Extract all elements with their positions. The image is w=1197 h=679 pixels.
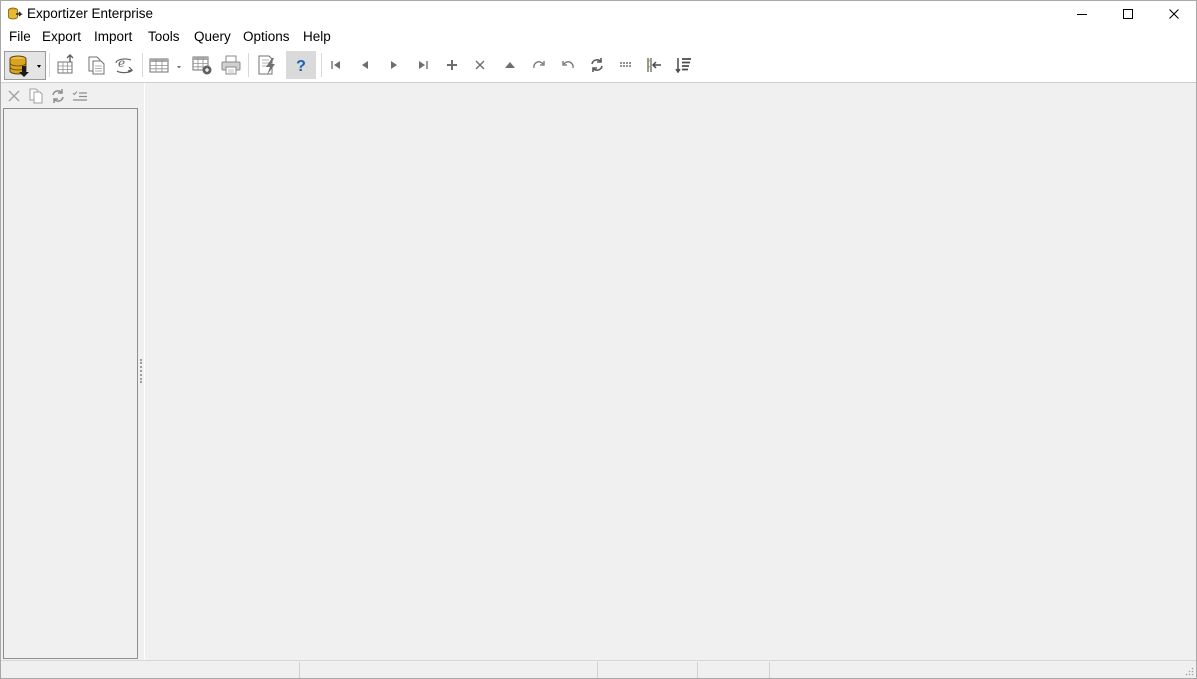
- maximize-button[interactable]: [1105, 1, 1151, 27]
- print-icon: [221, 55, 241, 75]
- delete-icon: [8, 90, 20, 102]
- open-url-button[interactable]: e: [112, 52, 138, 78]
- first-column-icon: [647, 58, 661, 72]
- edit-sql-icon: [258, 55, 275, 75]
- undo-button[interactable]: [555, 52, 581, 78]
- status-divider: [299, 662, 300, 678]
- undo-icon: [562, 61, 574, 69]
- first-record-button[interactable]: [323, 52, 349, 78]
- menu-help[interactable]: Help: [302, 29, 332, 44]
- insert-record-button[interactable]: [439, 52, 465, 78]
- minimize-icon: [1077, 14, 1087, 15]
- status-divider: [697, 662, 698, 678]
- export-button[interactable]: [53, 52, 79, 78]
- toolbar-separator: [248, 53, 249, 77]
- menu-file[interactable]: File: [8, 29, 32, 44]
- menu-tools[interactable]: Tools: [147, 29, 181, 44]
- window-title: Exportizer Enterprise: [27, 6, 154, 21]
- export-table-button[interactable]: [189, 52, 215, 78]
- last-record-icon: [419, 61, 428, 69]
- grid-view-button[interactable]: [147, 52, 185, 78]
- close-icon: [1169, 9, 1179, 19]
- lp-check-list-button[interactable]: [71, 87, 89, 105]
- main-toolbar: e ?: [1, 47, 1196, 83]
- print-button[interactable]: [218, 52, 244, 78]
- copy-to-clipboard-button[interactable]: [83, 52, 109, 78]
- left-panel: [1, 83, 139, 660]
- post-edit-button[interactable]: [497, 52, 523, 78]
- edit-sql-button[interactable]: [253, 52, 279, 78]
- maximize-icon: [1123, 9, 1133, 19]
- toolbar-separator: [321, 53, 322, 77]
- refresh-icon: [591, 58, 603, 72]
- app-window: Exportizer Enterprise File Export Import…: [0, 0, 1197, 679]
- main-content-area: [144, 83, 1196, 660]
- menu-bar: File Export Import Tools Query Options H…: [1, 27, 1196, 47]
- minimize-button[interactable]: [1059, 1, 1105, 27]
- help-icon: ?: [296, 58, 306, 74]
- app-icon: [7, 6, 23, 22]
- next-record-icon: [391, 61, 397, 69]
- next-record-button[interactable]: [381, 52, 407, 78]
- lp-delete-button[interactable]: [5, 87, 23, 105]
- lp-refresh-button[interactable]: [49, 87, 67, 105]
- refresh-icon: [52, 89, 64, 103]
- status-divider: [769, 662, 770, 678]
- open-url-icon: e: [115, 56, 134, 74]
- copy-to-clipboard-icon: [88, 56, 105, 75]
- grid-view-icon: [149, 58, 181, 73]
- svg-text:?: ?: [296, 58, 306, 74]
- object-list[interactable]: [3, 108, 138, 659]
- close-button[interactable]: [1151, 1, 1196, 27]
- left-panel-toolbar: [1, 83, 139, 107]
- svg-text:e: e: [118, 56, 125, 70]
- prior-record-icon: [362, 61, 368, 69]
- redo-icon: [533, 61, 545, 69]
- export-icon: [57, 54, 74, 74]
- resize-grip-icon[interactable]: [1184, 666, 1194, 676]
- delete-record-button[interactable]: [467, 52, 493, 78]
- first-record-icon: [331, 61, 340, 69]
- help-button[interactable]: ?: [286, 51, 316, 79]
- insert-record-icon: [447, 60, 457, 70]
- status-divider: [597, 662, 598, 678]
- redo-button[interactable]: [526, 52, 552, 78]
- toolbar-separator: [49, 53, 50, 77]
- toolbar-separator: [142, 53, 143, 77]
- first-column-button[interactable]: [641, 52, 667, 78]
- menu-import[interactable]: Import: [93, 29, 133, 44]
- menu-export[interactable]: Export: [41, 29, 82, 44]
- menu-query[interactable]: Query: [193, 29, 232, 44]
- lp-copy-button[interactable]: [27, 87, 45, 105]
- check-list-icon: [72, 91, 87, 101]
- copy-icon: [29, 88, 43, 104]
- sort-icon: [675, 58, 691, 74]
- export-table-icon: [192, 56, 212, 75]
- open-database-button[interactable]: [4, 51, 46, 80]
- status-bar: [1, 660, 1196, 678]
- columns-button[interactable]: [613, 52, 639, 78]
- columns-icon: [620, 62, 632, 67]
- last-record-button[interactable]: [410, 52, 436, 78]
- delete-record-icon: [475, 60, 485, 70]
- prior-record-button[interactable]: [352, 52, 378, 78]
- title-bar[interactable]: Exportizer Enterprise: [1, 1, 1196, 27]
- open-database-icon: [9, 55, 41, 77]
- post-edit-icon: [505, 62, 515, 68]
- refresh-button[interactable]: [584, 52, 610, 78]
- menu-options[interactable]: Options: [242, 29, 291, 44]
- splitter-grip[interactable]: [140, 359, 142, 383]
- sort-button[interactable]: [670, 52, 696, 78]
